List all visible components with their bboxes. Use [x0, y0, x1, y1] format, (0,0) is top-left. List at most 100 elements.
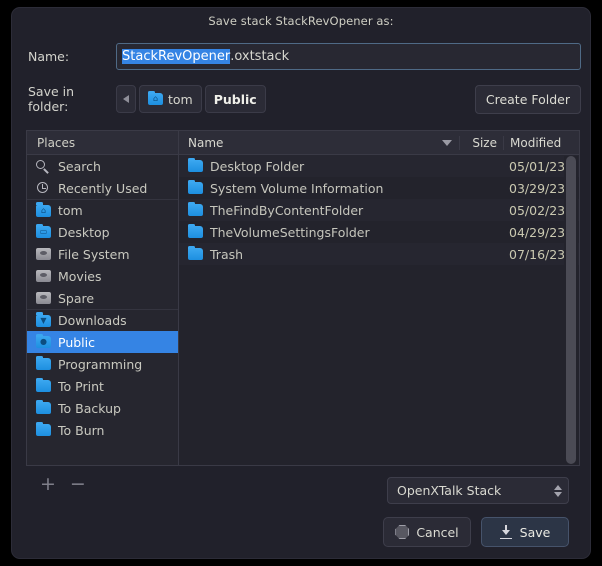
- file-type-select[interactable]: OpenXTalk Stack: [387, 477, 569, 504]
- places-sidebar: Places Search Recently Used ⌂ tom ▭ Desktop Fi…: [26, 130, 178, 466]
- folder-icon: [36, 421, 51, 436]
- dialog-actions: Cancel Save: [383, 517, 569, 547]
- file-type-filter-row: OpenXTalk Stack: [387, 477, 569, 504]
- folder-icon: [188, 201, 203, 216]
- file-name-label: System Volume Information: [210, 180, 384, 196]
- downloads-folder-icon: ▼: [36, 312, 51, 327]
- chevron-up-icon: [554, 484, 562, 490]
- dialog-title: Save stack StackRevOpener as:: [208, 14, 394, 28]
- file-name-label: TheVolumeSettingsFolder: [210, 224, 370, 240]
- sidebar-item-tom[interactable]: ⌂ tom: [27, 199, 178, 221]
- clock-icon: [36, 181, 51, 195]
- stepper-icon[interactable]: [554, 484, 562, 497]
- drive-icon: [36, 292, 51, 304]
- sidebar-item-file-system[interactable]: File System: [27, 243, 178, 265]
- sidebar-item-label: Movies: [58, 268, 102, 284]
- drive-icon: [36, 270, 51, 282]
- table-row[interactable]: System Volume Information 03/29/23: [179, 177, 579, 199]
- public-folder-icon: ●: [36, 333, 51, 348]
- places-empty-space: [27, 441, 178, 465]
- file-name-cell: TheVolumeSettingsFolder: [179, 223, 459, 240]
- breadcrumb-item-label: Public: [213, 91, 257, 107]
- file-rows: Desktop Folder 05/01/23 System Volume Info…: [179, 155, 579, 265]
- sidebar-item-label: Desktop: [58, 224, 110, 240]
- filename-extension-text: .oxtstack: [230, 48, 290, 64]
- sidebar-item-to-print[interactable]: To Print: [27, 375, 178, 397]
- table-row[interactable]: Trash 07/16/23: [179, 243, 579, 265]
- file-name-label: Desktop Folder: [210, 158, 305, 174]
- column-header-name[interactable]: Name: [179, 136, 459, 150]
- cancel-button-label: Cancel: [416, 524, 459, 540]
- descending-sort-icon: [442, 139, 452, 146]
- folder-icon: [188, 245, 203, 260]
- sidebar-item-downloads[interactable]: ▼ Downloads: [27, 309, 178, 331]
- save-in-folder-label: Save in folder:: [28, 84, 75, 114]
- home-folder-icon: ⌂: [36, 202, 51, 217]
- cancel-button[interactable]: Cancel: [383, 517, 471, 547]
- folder-icon: [188, 179, 203, 194]
- breadcrumb: ⌂ tom Public: [116, 85, 266, 113]
- breadcrumb-back-button[interactable]: [116, 85, 136, 113]
- file-list-scrollbar[interactable]: [564, 156, 578, 464]
- file-name-label: TheFindByContentFolder: [210, 202, 364, 218]
- name-row: Name: StackRevOpener .oxtstack: [12, 42, 590, 70]
- sidebar-item-search[interactable]: Search: [27, 155, 178, 177]
- remove-place-button[interactable]: −: [70, 474, 86, 494]
- desktop-folder-icon: ▭: [36, 223, 51, 238]
- save-button[interactable]: Save: [481, 517, 569, 547]
- chevron-left-icon: [123, 95, 129, 103]
- download-arrow-icon: [499, 525, 513, 539]
- stop-octagon-icon: [395, 525, 410, 539]
- sidebar-item-label: File System: [58, 246, 130, 262]
- file-name-cell: Desktop Folder: [179, 157, 459, 174]
- filename-input[interactable]: StackRevOpener .oxtstack: [116, 42, 581, 70]
- table-row[interactable]: Desktop Folder 05/01/23: [179, 155, 579, 177]
- table-row[interactable]: TheVolumeSettingsFolder 04/29/23: [179, 221, 579, 243]
- table-row[interactable]: TheFindByContentFolder 05/02/23: [179, 199, 579, 221]
- folder-icon: [36, 377, 51, 392]
- save-in-folder-row: Save in folder: ⌂ tom Public Create Fold…: [12, 84, 590, 114]
- breadcrumb-item-tom[interactable]: ⌂ tom: [139, 85, 202, 113]
- drive-icon: [36, 248, 51, 260]
- sidebar-item-spare[interactable]: Spare: [27, 287, 178, 309]
- file-name-cell: TheFindByContentFolder: [179, 201, 459, 218]
- sidebar-item-label: To Burn: [58, 422, 105, 438]
- file-name-cell: Trash: [179, 245, 459, 262]
- sidebar-item-public[interactable]: ● Public: [27, 331, 178, 353]
- column-header-name-label: Name: [188, 135, 224, 150]
- sidebar-item-to-backup[interactable]: To Backup: [27, 397, 178, 419]
- file-list-pane: Name Size Modified Desktop Folder 05/01/2…: [178, 130, 580, 466]
- home-folder-icon: ⌂: [148, 90, 163, 105]
- breadcrumb-item-public[interactable]: Public: [204, 85, 266, 113]
- places-list: Search Recently Used ⌂ tom ▭ Desktop File Syst…: [27, 155, 178, 441]
- sidebar-item-label: Recently Used: [58, 180, 148, 196]
- file-name-cell: System Volume Information: [179, 179, 459, 196]
- save-button-label: Save: [519, 524, 551, 540]
- folder-icon: [188, 223, 203, 238]
- sidebar-item-programming[interactable]: Programming: [27, 353, 178, 375]
- sidebar-item-label: Spare: [58, 290, 95, 306]
- column-header-size[interactable]: Size: [459, 135, 503, 150]
- sidebar-item-recently-used[interactable]: Recently Used: [27, 177, 178, 199]
- filename-selected-text: StackRevOpener: [122, 48, 231, 64]
- sidebar-item-label: Downloads: [58, 313, 127, 328]
- save-dialog-window: Save stack StackRevOpener as: Name: Stac…: [11, 7, 591, 559]
- add-place-button[interactable]: +: [40, 474, 56, 494]
- browser-panes: Places Search Recently Used ⌂ tom ▭ Desktop Fi…: [26, 130, 580, 466]
- folder-icon: [36, 355, 51, 370]
- chevron-down-icon: [554, 491, 562, 497]
- scrollbar-thumb[interactable]: [566, 156, 576, 464]
- sidebar-item-movies[interactable]: Movies: [27, 265, 178, 287]
- sidebar-item-label: Search: [58, 158, 101, 174]
- sidebar-item-to-burn[interactable]: To Burn: [27, 419, 178, 441]
- file-name-label: Trash: [210, 246, 244, 262]
- sidebar-item-label: To Print: [58, 378, 104, 394]
- sidebar-item-desktop[interactable]: ▭ Desktop: [27, 221, 178, 243]
- search-icon: [36, 159, 51, 174]
- breadcrumb-item-label: tom: [168, 91, 193, 107]
- column-header-modified[interactable]: Modified: [503, 135, 579, 150]
- sidebar-item-label: tom: [58, 203, 83, 218]
- file-list-header: Name Size Modified: [179, 131, 579, 155]
- file-list-empty-space: [179, 265, 579, 465]
- create-folder-button[interactable]: Create Folder: [474, 84, 581, 114]
